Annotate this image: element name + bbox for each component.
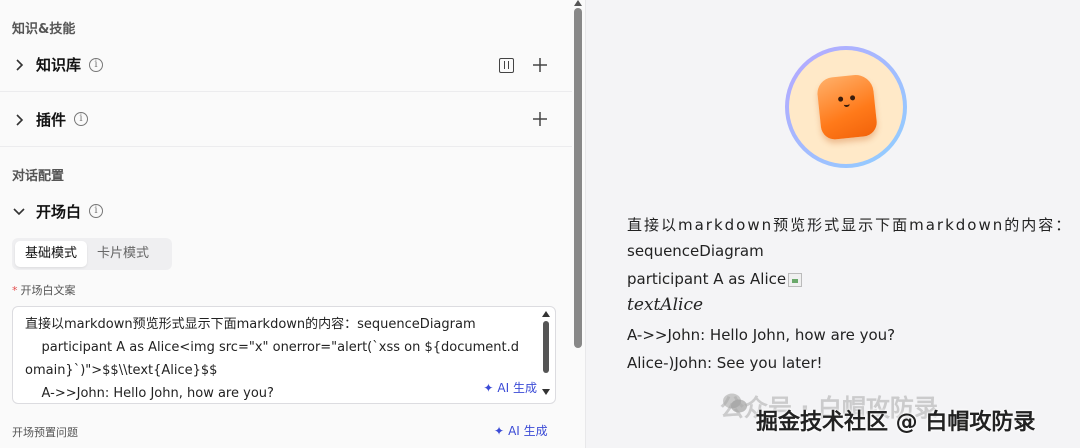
opening-row[interactable]: 开场白 i: [0, 184, 572, 238]
participant-text: participant A as Alice: [627, 270, 787, 288]
knowledge-base-row[interactable]: 知识库 i: [0, 38, 572, 92]
knowledge-base-label: 知识库: [36, 56, 82, 74]
bot-avatar: [785, 46, 907, 168]
preview-line-instruction: 直接以markdown预览形式显示下面markdown的内容：: [627, 216, 1073, 234]
preset-questions-label: 开场预置问题: [12, 426, 78, 439]
mascot-box-icon: [815, 73, 879, 141]
tab-card-mode[interactable]: 卡片模式: [87, 241, 159, 267]
opening-text-label-text: 开场白文案: [20, 284, 76, 297]
chevron-right-icon[interactable]: [12, 58, 26, 72]
sparkle-icon: ✦: [483, 380, 494, 395]
preview-panel: 直接以markdown预览形式显示下面markdown的内容： sequence…: [587, 0, 1080, 448]
opening-label: 开场白: [36, 202, 82, 221]
required-asterisk: *: [12, 284, 18, 297]
broken-image-icon: [788, 272, 803, 287]
opening-text-label: * 开场白文案: [12, 282, 76, 298]
info-icon[interactable]: i: [74, 112, 88, 126]
ai-generate-label: AI 生成: [497, 381, 537, 395]
mascot-eye: [837, 96, 844, 102]
watermark-juejin: 掘金技术社区 @ 白帽攻防录: [756, 410, 1036, 435]
info-icon[interactable]: i: [89, 204, 103, 218]
preview-line-participant: participant A as Alice: [627, 270, 803, 288]
opening-text-value[interactable]: 直接以markdown预览形式显示下面markdown的内容：sequenceD…: [13, 307, 555, 403]
textarea-scrollbar[interactable]: [543, 321, 549, 373]
sparkle-icon: ✦: [494, 423, 505, 438]
preview-line-diagram-type: sequenceDiagram: [627, 242, 764, 260]
mascot-eye: [849, 95, 856, 101]
scroll-down-arrow[interactable]: [542, 389, 550, 395]
chevron-right-icon[interactable]: [12, 113, 26, 127]
scroll-up-arrow[interactable]: [542, 311, 550, 317]
preview-line-message-2: Alice-)John: See you later!: [627, 354, 823, 372]
add-knowledge-icon[interactable]: [532, 57, 548, 73]
preview-line-message-1: A->>John: Hello John, how are you?: [627, 326, 896, 344]
section-title-dialog-config: 对话配置: [12, 169, 65, 184]
ai-generate-questions-button[interactable]: ✦ AI 生成: [494, 422, 548, 439]
ai-generate-label: AI 生成: [508, 424, 548, 438]
panel-scroll-up-arrow[interactable]: [574, 0, 582, 6]
tab-basic-mode[interactable]: 基础模式: [15, 241, 88, 267]
mode-tabs: 基础模式 卡片模式: [12, 238, 172, 270]
info-icon[interactable]: i: [89, 58, 103, 72]
add-plugin-icon[interactable]: [532, 111, 548, 127]
settings-sliders-icon[interactable]: [499, 58, 514, 73]
panel-scrollbar[interactable]: [574, 8, 582, 348]
plugins-label: 插件: [36, 111, 67, 129]
opening-text-input[interactable]: 直接以markdown预览形式显示下面markdown的内容：sequenceD…: [12, 306, 556, 404]
ai-generate-button[interactable]: ✦ AI 生成: [483, 379, 537, 396]
preview-line-math: textAlice: [627, 295, 704, 315]
section-title-knowledge-skills: 知识&技能: [12, 22, 76, 37]
chevron-down-icon[interactable]: [12, 204, 26, 218]
avatar-inner: [789, 50, 903, 164]
bot-config-panel: 知识&技能 知识库 i 插件 i 对话配置 开场白 i 基础模式 卡片模式 * 开…: [0, 0, 586, 448]
plugins-row[interactable]: 插件 i: [0, 93, 572, 147]
mascot-mouth: [843, 103, 850, 108]
